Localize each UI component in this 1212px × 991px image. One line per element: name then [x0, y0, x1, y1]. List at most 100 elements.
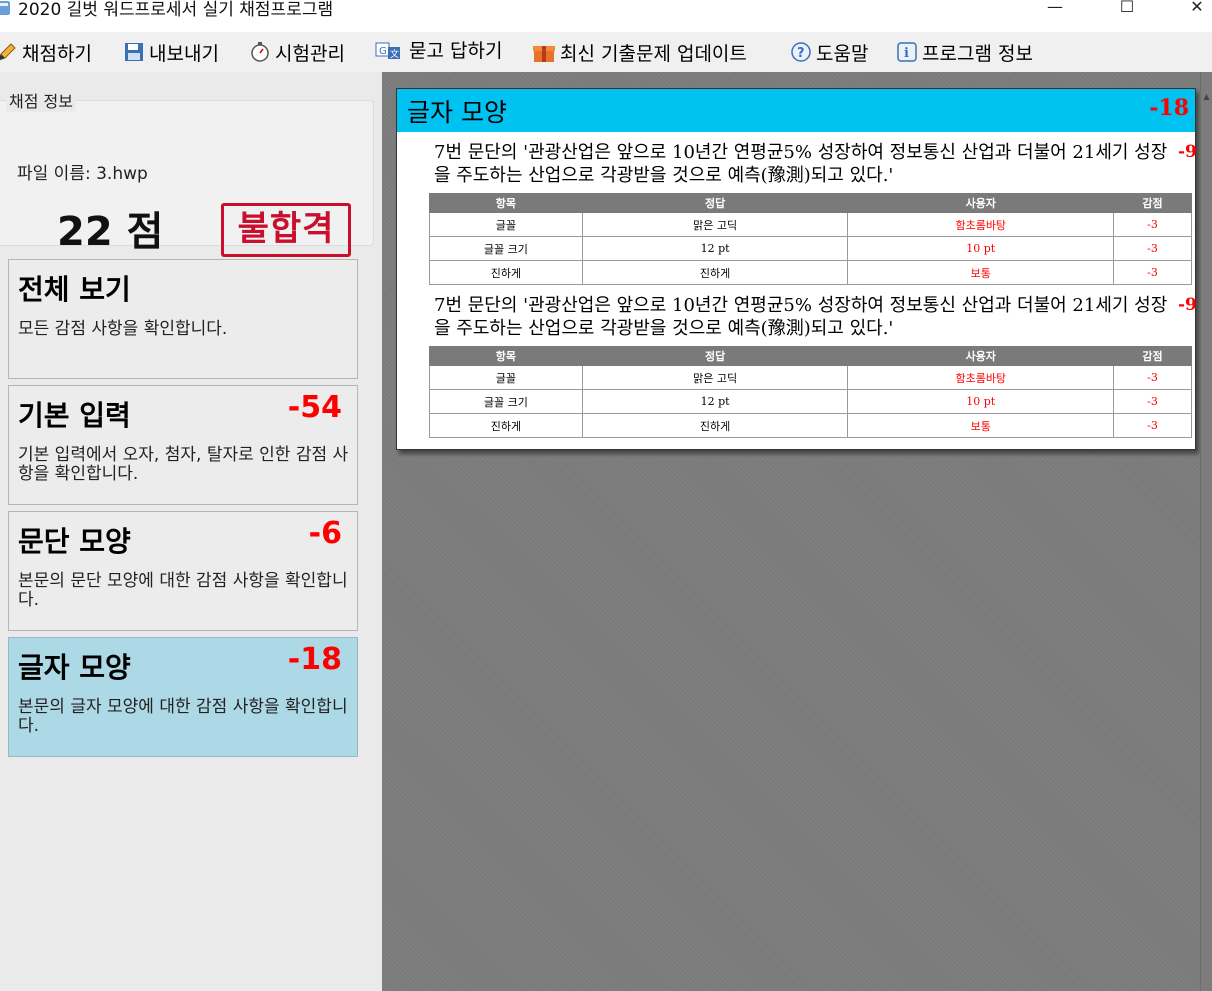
category-desc: 본문의 글자 모양에 대한 감점 사항을 확인합니다.: [18, 697, 348, 736]
report-total-deduction: -18: [1149, 95, 1189, 121]
pencil-icon: [0, 43, 16, 61]
header-item: 항목: [429, 346, 583, 366]
stopwatch-icon: [251, 42, 269, 62]
paragraph-deduction: -9: [1178, 142, 1197, 162]
svg-text:?: ?: [797, 46, 805, 61]
cell-item: 글꼴: [429, 365, 583, 390]
cell-answer: 진하게: [581, 260, 849, 285]
cell-answer: 12 pt: [581, 236, 849, 261]
category-card-basic-input[interactable]: 기본 입력 -54 기본 입력에서 오자, 첨자, 탈자로 인한 감점 사항을 …: [8, 385, 358, 505]
menu-qna-label: 묻고 답하기: [409, 39, 503, 62]
minimize-button[interactable]: —: [1032, 0, 1078, 30]
cell-item: 진하게: [429, 413, 583, 438]
menu-update-past-exams-label: 최신 기출문제 업데이트: [560, 42, 747, 65]
cell-item: 글꼴 크기: [429, 389, 583, 414]
menu-export-label: 내보내기: [149, 42, 219, 65]
score: 22 점: [57, 209, 164, 255]
category-card-character-format[interactable]: 글자 모양 -18 본문의 글자 모양에 대한 감점 사항을 확인합니다.: [8, 637, 358, 757]
cell-user: 보통: [847, 260, 1115, 285]
cell-deduct: -3: [1113, 389, 1192, 414]
cell-deduct: -3: [1113, 365, 1192, 390]
table-row: 글꼴 크기 12 pt 10 pt -3: [429, 236, 1192, 261]
cell-user: 10 pt: [847, 236, 1115, 261]
table-row: 진하게 진하게 보통 -3: [429, 260, 1192, 285]
cell-user: 보통: [847, 413, 1115, 438]
scroll-up-icon[interactable]: ▲: [1201, 92, 1212, 101]
report-viewer: 글자 모양 -18 7번 문단의 '관광산업은 앞으로 10년간 연평균5% 성…: [382, 72, 1212, 991]
category-card-paragraph-format[interactable]: 문단 모양 -6 본문의 문단 모양에 대한 감점 사항을 확인합니다.: [8, 511, 358, 631]
category-deduction: -6: [308, 516, 342, 551]
table-row: 진하게 진하게 보통 -3: [429, 413, 1192, 438]
cell-user: 함초롬바탕: [847, 365, 1115, 390]
svg-text:i: i: [904, 46, 909, 61]
header-user: 사용자: [847, 193, 1115, 213]
menu-qna[interactable]: G 文 묻고 답하기: [375, 35, 502, 63]
paragraph-text: 7번 문단의 '관광산업은 앞으로 10년간 연평균5% 성장하여 정보통신 산…: [434, 295, 1168, 339]
cell-deduct: -3: [1113, 260, 1192, 285]
category-desc: 본문의 문단 모양에 대한 감점 사항을 확인합니다.: [18, 571, 348, 610]
report-page: 글자 모양 -18 7번 문단의 '관광산업은 앞으로 10년간 연평균5% 성…: [396, 88, 1197, 450]
deduction-table: 항목 정답 사용자 감점 글꼴 맑은 고딕 함초롬바탕 -3 글꼴 크기 12 …: [429, 193, 1192, 285]
category-deduction: -18: [287, 642, 342, 677]
menu-program-info[interactable]: i 프로그램 정보: [896, 38, 1033, 66]
file-name: 파일 이름: 3.hwp: [17, 164, 148, 184]
maximize-button[interactable]: ☐: [1104, 0, 1150, 30]
menu-export[interactable]: 내보내기: [123, 38, 219, 66]
menu-program-info-label: 프로그램 정보: [922, 42, 1033, 65]
deduction-paragraph: 7번 문단의 '관광산업은 앞으로 10년간 연평균5% 성장하여 정보통신 산…: [434, 141, 1197, 187]
menu-update-past-exams[interactable]: 최신 기출문제 업데이트: [532, 38, 747, 66]
category-title: 글자 모양: [18, 651, 131, 684]
cell-user: 10 pt: [847, 389, 1115, 414]
left-panel: 파일 이름: 3.hwp 22 점 불합격 채점 정보 전체 보기 모든 감점 …: [0, 72, 382, 991]
cell-answer: 맑은 고딕: [581, 212, 849, 237]
menu-grading-label: 채점하기: [22, 42, 92, 65]
category-card-all[interactable]: 전체 보기 모든 감점 사항을 확인합니다.: [8, 259, 358, 379]
menu-help[interactable]: ? 도움말: [790, 38, 868, 66]
menu-help-label: 도움말: [816, 42, 869, 65]
table-header-row: 항목 정답 사용자 감점: [429, 346, 1192, 366]
header-deduct: 감점: [1113, 193, 1192, 213]
floppy-disk-icon: [125, 43, 143, 61]
cell-deduct: -3: [1113, 212, 1192, 237]
cell-deduct: -3: [1113, 236, 1192, 261]
title-bar: 2020 길벗 워드프로세서 실기 채점프로그램 — ☐ ✕: [0, 0, 1212, 32]
cell-answer: 맑은 고딕: [581, 365, 849, 390]
category-title: 기본 입력: [18, 399, 131, 432]
category-desc: 기본 입력에서 오자, 첨자, 탈자로 인한 감점 사항을 확인합니다.: [18, 445, 349, 484]
menu-grading[interactable]: 채점하기: [0, 38, 92, 66]
paragraph-deduction: -9: [1178, 295, 1197, 315]
report-title: 글자 모양: [407, 98, 507, 127]
grading-info-group: 파일 이름: 3.hwp 22 점 불합격: [0, 100, 374, 257]
category-title: 문단 모양: [18, 525, 131, 558]
table-header-row: 항목 정답 사용자 감점: [429, 193, 1192, 213]
window-title: 2020 길벗 워드프로세서 실기 채점프로그램: [18, 0, 334, 20]
header-answer: 정답: [581, 346, 849, 366]
cell-deduct: -3: [1113, 413, 1192, 438]
header-user: 사용자: [847, 346, 1115, 366]
menu-bar: 채점하기 내보내기 시험관리 G 文 묻고 답하기 최신 기출문제 업데이트 ?…: [0, 32, 1212, 70]
menu-exam-management[interactable]: 시험관리: [249, 38, 345, 66]
deduction-paragraph: 7번 문단의 '관광산업은 앞으로 10년간 연평균5% 성장하여 정보통신 산…: [434, 294, 1197, 340]
cell-user: 함초롬바탕: [847, 212, 1115, 237]
category-desc: 모든 감점 사항을 확인합니다.: [18, 319, 228, 339]
table-row: 글꼴 크기 12 pt 10 pt -3: [429, 389, 1192, 414]
cell-answer: 진하게: [581, 413, 849, 438]
fail-stamp: 불합격: [221, 203, 351, 257]
table-row: 글꼴 맑은 고딕 함초롬바탕 -3: [429, 212, 1192, 237]
close-button[interactable]: ✕: [1174, 0, 1212, 30]
cell-item: 진하게: [429, 260, 583, 285]
app-icon: [0, 1, 10, 15]
paragraph-text: 7번 문단의 '관광산업은 앞으로 10년간 연평균5% 성장하여 정보통신 산…: [434, 142, 1168, 186]
cell-item: 글꼴: [429, 212, 583, 237]
category-deduction: -54: [287, 390, 342, 425]
category-title: 전체 보기: [18, 273, 131, 306]
help-icon: ?: [791, 42, 811, 62]
info-icon: i: [897, 42, 917, 62]
deduction-table: 항목 정답 사용자 감점 글꼴 맑은 고딕 함초롬바탕 -3 글꼴 크기 12 …: [429, 346, 1192, 438]
svg-text:文: 文: [390, 48, 399, 60]
translate-icon: G 文: [375, 42, 400, 60]
menu-exam-management-label: 시험관리: [275, 42, 345, 65]
grading-info-legend: 채점 정보: [6, 88, 76, 112]
svg-text:G: G: [379, 46, 387, 57]
vertical-scrollbar[interactable]: ▲: [1200, 72, 1212, 991]
